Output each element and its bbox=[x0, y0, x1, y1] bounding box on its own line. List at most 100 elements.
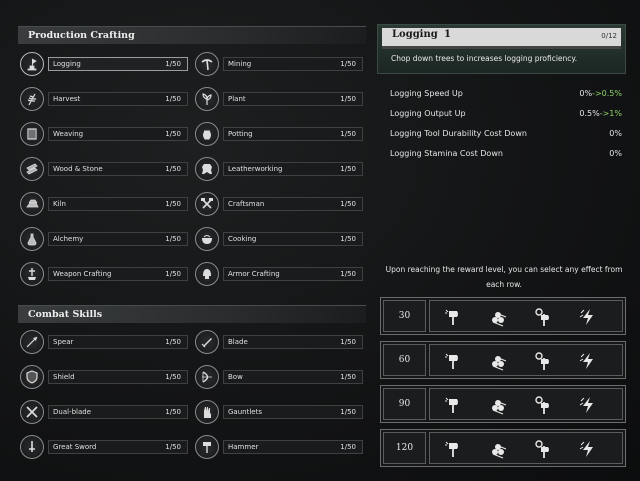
stat-value: 0% bbox=[609, 129, 622, 138]
skill-level-value: 1/50 bbox=[165, 235, 181, 243]
axe-speed-icon[interactable] bbox=[442, 394, 464, 416]
skill-level-value: 1/50 bbox=[340, 443, 356, 451]
axe-gear-icon[interactable] bbox=[532, 306, 554, 328]
pot-icon bbox=[195, 122, 219, 146]
sprout-icon bbox=[195, 87, 219, 111]
stat-label: Logging Output Up bbox=[390, 109, 466, 118]
skill-level-value: 1/50 bbox=[165, 270, 181, 278]
skill-weaving[interactable]: Weaving 1/50 bbox=[20, 122, 188, 146]
bowl-icon bbox=[195, 227, 219, 251]
lightning-icon[interactable] bbox=[577, 306, 599, 328]
axe-speed-icon[interactable] bbox=[442, 438, 464, 460]
skill-gauntlets[interactable]: Gauntlets 1/50 bbox=[195, 400, 363, 424]
skill-label: Dual-blade bbox=[53, 408, 92, 416]
skill-bar: Harvest 1/50 bbox=[48, 92, 188, 106]
axe-gear-icon[interactable] bbox=[532, 394, 554, 416]
skill-leatherworking[interactable]: Leatherworking 1/50 bbox=[195, 157, 363, 181]
skill-harvest[interactable]: Harvest 1/50 bbox=[20, 87, 188, 111]
logs-icon[interactable] bbox=[487, 438, 509, 460]
skill-craftsman[interactable]: Craftsman 1/50 bbox=[195, 192, 363, 216]
lightning-icon[interactable] bbox=[577, 394, 599, 416]
skill-shield[interactable]: Shield 1/50 bbox=[20, 365, 188, 389]
skill-label: Shield bbox=[53, 373, 75, 381]
skill-level-value: 1/50 bbox=[165, 408, 181, 416]
skill-bar: Dual-blade 1/50 bbox=[48, 405, 188, 419]
skill-weapon-crafting[interactable]: Weapon Crafting 1/50 bbox=[20, 262, 188, 286]
axe-stump-icon bbox=[20, 52, 44, 76]
production-crafting-header: Production Crafting bbox=[18, 26, 366, 44]
axe-gear-icon[interactable] bbox=[532, 350, 554, 372]
stat-value: 0.5%->1% bbox=[579, 109, 622, 118]
skill-level-value: 1/50 bbox=[340, 270, 356, 278]
reward-row: 60 bbox=[380, 341, 626, 379]
skill-bar: Shield 1/50 bbox=[48, 370, 188, 384]
wheat-icon bbox=[20, 87, 44, 111]
skill-alchemy[interactable]: Alchemy 1/50 bbox=[20, 227, 188, 251]
axe-gear-icon[interactable] bbox=[532, 438, 554, 460]
skill-label: Logging bbox=[53, 60, 81, 68]
skill-level: 1 bbox=[444, 29, 451, 40]
skill-label: Wood & Stone bbox=[53, 165, 103, 173]
skill-armor-crafting[interactable]: Armor Crafting 1/50 bbox=[195, 262, 363, 286]
skill-level-value: 1/50 bbox=[340, 165, 356, 173]
reward-row: 30 bbox=[380, 297, 626, 335]
skill-bar: Wood & Stone 1/50 bbox=[48, 162, 188, 176]
skill-bar: Craftsman 1/50 bbox=[223, 197, 363, 211]
logs-icon[interactable] bbox=[487, 350, 509, 372]
reward-level: 60 bbox=[383, 344, 426, 376]
skill-level-value: 1/50 bbox=[165, 60, 181, 68]
skill-description: Chop down trees to increases logging pro… bbox=[391, 54, 578, 63]
shield-icon bbox=[20, 365, 44, 389]
skill-bar: Blade 1/50 bbox=[223, 335, 363, 349]
crossed-swords-icon bbox=[20, 400, 44, 424]
logs-icon[interactable] bbox=[487, 394, 509, 416]
planks-icon bbox=[20, 157, 44, 181]
skill-kiln[interactable]: Kiln 1/50 bbox=[20, 192, 188, 216]
skill-mining[interactable]: Mining 1/50 bbox=[195, 52, 363, 76]
skill-level-value: 1/50 bbox=[340, 373, 356, 381]
stat-row: Logging Output Up 0.5%->1% bbox=[390, 109, 622, 121]
reward-options bbox=[429, 344, 623, 376]
lightning-icon[interactable] bbox=[577, 350, 599, 372]
stat-next: 1% bbox=[609, 109, 622, 118]
skill-level-value: 1/50 bbox=[165, 165, 181, 173]
skill-bar: Spear 1/50 bbox=[48, 335, 188, 349]
blade-icon bbox=[195, 330, 219, 354]
skill-cooking[interactable]: Cooking 1/50 bbox=[195, 227, 363, 251]
skill-potting[interactable]: Potting 1/50 bbox=[195, 122, 363, 146]
skill-label: Leatherworking bbox=[228, 165, 283, 173]
skill-bar: Weaving 1/50 bbox=[48, 127, 188, 141]
stat-row: Logging Tool Durability Cost Down 0% bbox=[390, 129, 622, 141]
skill-bow[interactable]: Bow 1/50 bbox=[195, 365, 363, 389]
skill-logging[interactable]: Logging 1/50 bbox=[20, 52, 188, 76]
skill-wood-stone[interactable]: Wood & Stone 1/50 bbox=[20, 157, 188, 181]
logs-icon[interactable] bbox=[487, 306, 509, 328]
skill-label: Blade bbox=[228, 338, 248, 346]
skill-label: Great Sword bbox=[53, 443, 97, 451]
hammer-cross-icon bbox=[195, 192, 219, 216]
skill-dual-blade[interactable]: Dual-blade 1/50 bbox=[20, 400, 188, 424]
skill-great-sword[interactable]: Great Sword 1/50 bbox=[20, 435, 188, 459]
skill-blade[interactable]: Blade 1/50 bbox=[195, 330, 363, 354]
skill-bar: Weapon Crafting 1/50 bbox=[48, 267, 188, 281]
stat-current: 0% bbox=[579, 89, 593, 98]
skill-label: Weapon Crafting bbox=[53, 270, 112, 278]
skill-bar: Gauntlets 1/50 bbox=[223, 405, 363, 419]
skill-level-value: 1/50 bbox=[165, 373, 181, 381]
reward-row: 90 bbox=[380, 385, 626, 423]
spear-icon bbox=[20, 330, 44, 354]
skill-plant[interactable]: Plant 1/50 bbox=[195, 87, 363, 111]
skill-hammer[interactable]: Hammer 1/50 bbox=[195, 435, 363, 459]
skill-level-value: 1/50 bbox=[340, 408, 356, 416]
stat-label: Logging Tool Durability Cost Down bbox=[390, 129, 527, 138]
skill-level-value: 1/50 bbox=[340, 60, 356, 68]
lightning-icon[interactable] bbox=[577, 438, 599, 460]
stat-arrow: -> bbox=[592, 89, 602, 98]
axe-speed-icon[interactable] bbox=[442, 350, 464, 372]
skill-level-value: 1/50 bbox=[165, 443, 181, 451]
skill-level-value: 1/50 bbox=[340, 235, 356, 243]
skill-level-value: 1/50 bbox=[165, 200, 181, 208]
axe-speed-icon[interactable] bbox=[442, 306, 464, 328]
skill-bar: Cooking 1/50 bbox=[223, 232, 363, 246]
skill-spear[interactable]: Spear 1/50 bbox=[20, 330, 188, 354]
